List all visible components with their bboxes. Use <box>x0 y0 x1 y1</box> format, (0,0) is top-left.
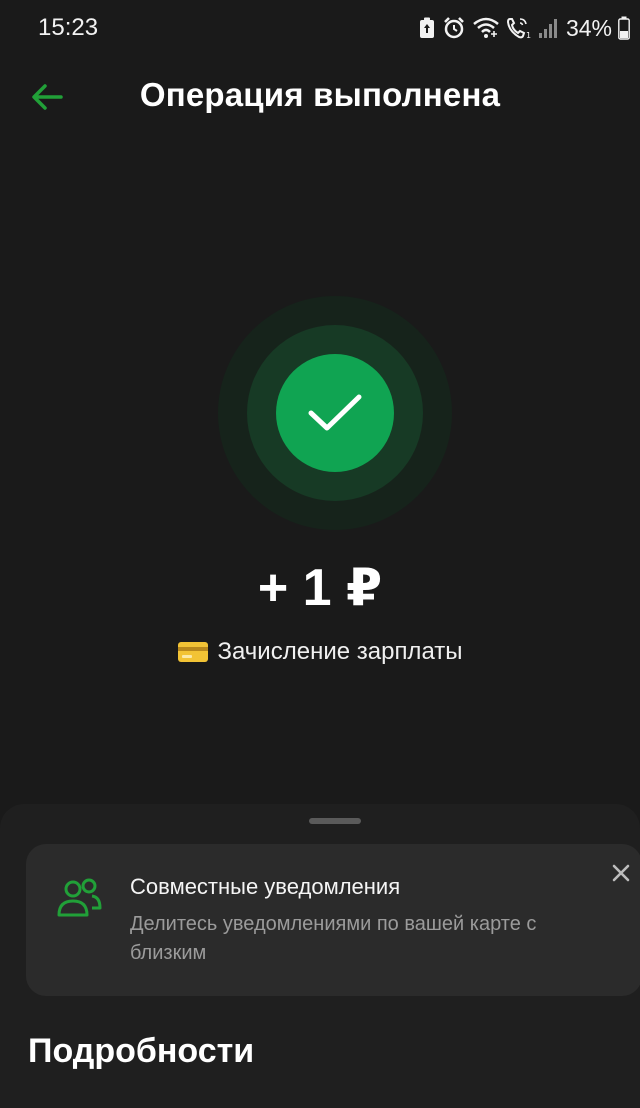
screen: 15:23 1 34% Операция выполнена + 1 ₽ Зач… <box>0 0 640 1108</box>
alarm-icon <box>444 17 464 39</box>
close-button[interactable] <box>606 858 636 888</box>
bottom-sheet: Совместные уведомления Делитесь уведомле… <box>0 804 640 1108</box>
svg-text:1: 1 <box>526 31 531 40</box>
people-icon <box>57 878 102 917</box>
success-circle <box>276 354 394 472</box>
operation-description: Зачисление зарплаты <box>0 638 640 666</box>
checkmark-icon <box>308 394 362 431</box>
sheet-drag-handle[interactable] <box>309 818 361 824</box>
battery-icon <box>618 16 630 40</box>
promo-title: Совместные уведомления <box>130 874 401 899</box>
page-title: Операция выполнена <box>139 76 501 113</box>
status-icons: 1 34% <box>418 14 630 42</box>
operation-description-text: Зачисление зарплаты <box>217 638 463 665</box>
status-time: 15:23 <box>38 14 99 41</box>
success-indicator <box>218 296 452 530</box>
status-bar: 15:23 1 34% <box>0 0 640 56</box>
battery-percent: 34% <box>565 14 612 41</box>
shared-notifications-card[interactable]: Совместные уведомления Делитесь уведомле… <box>26 844 640 996</box>
credit-card-icon <box>178 642 209 662</box>
wifi-icon <box>473 17 499 38</box>
battery-saver-icon <box>419 17 434 38</box>
close-icon <box>612 864 630 882</box>
details-heading: Подробности <box>28 1032 255 1070</box>
signal-icon <box>538 19 557 38</box>
volte-call-icon: 1 <box>506 18 531 40</box>
header: Операция выполнена <box>0 62 640 130</box>
operation-amount: + 1 ₽ <box>257 559 383 617</box>
promo-text: Делитесь уведомлениями по вашей карте с … <box>130 913 537 964</box>
